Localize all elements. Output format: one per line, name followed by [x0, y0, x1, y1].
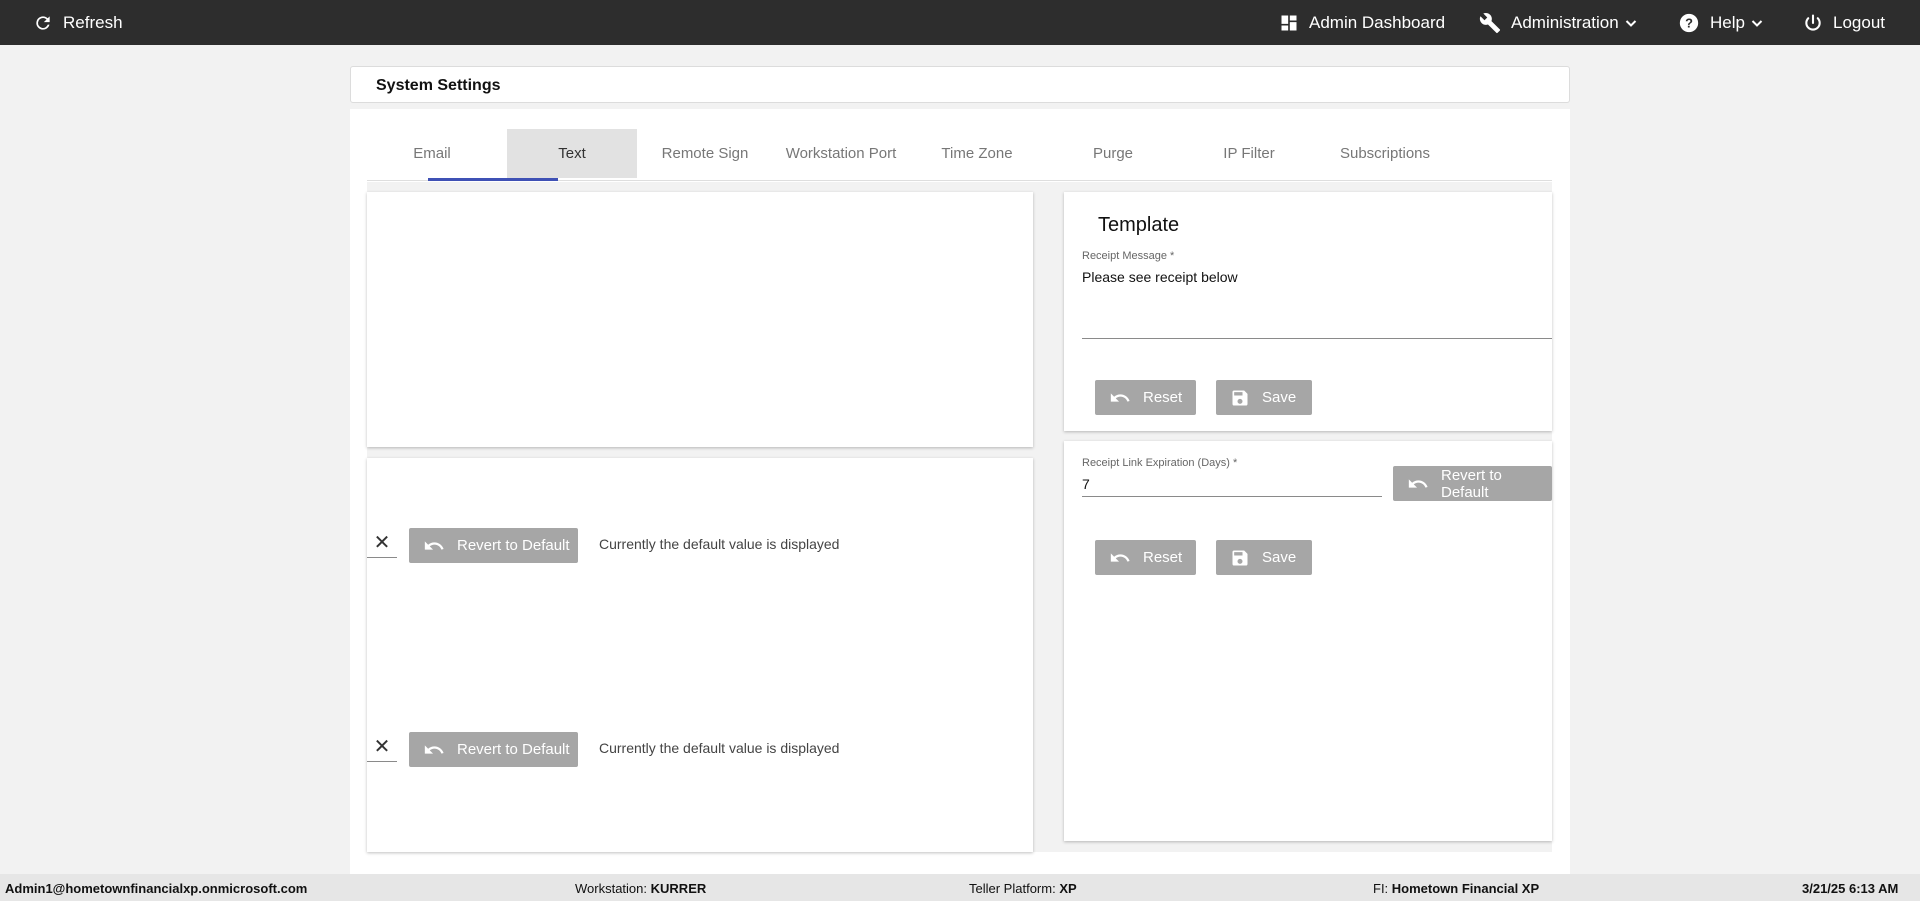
receipt-link-expiration-label: Receipt Link Expiration (Days) *: [1082, 457, 1238, 469]
refresh-label: Refresh: [63, 12, 123, 32]
receipt-message-underline: [1082, 338, 1552, 339]
footer-user: Admin1@hometownfinancialxp.onmicrosoft.c…: [5, 881, 308, 896]
tab-time-zone[interactable]: Time Zone: [912, 129, 1042, 178]
svg-text:?: ?: [1685, 15, 1693, 30]
settings-tabs: Email Text Remote Sign Workstation Port …: [367, 129, 1552, 181]
fi-label: FI:: [1373, 881, 1389, 896]
undo-icon: [1095, 547, 1131, 569]
undo-icon: [409, 535, 445, 557]
expiration-panel: Receipt Link Expiration (Days) * 7 Rever…: [1064, 441, 1552, 841]
default-status-text: Currently the default value is displayed: [599, 740, 840, 756]
left-top-panel: [367, 192, 1033, 447]
administration-label: Administration: [1511, 12, 1619, 32]
logout-button[interactable]: Logout: [1803, 0, 1885, 45]
reset-label: Reset: [1143, 389, 1183, 406]
dashboard-icon: [1279, 13, 1299, 33]
left-bottom-panel: ✕ Revert to Default Currently the defaul…: [367, 458, 1033, 852]
workstation-label: Workstation:: [575, 881, 648, 896]
admin-dashboard-label: Admin Dashboard: [1309, 12, 1446, 32]
chevron-down-icon: [1751, 17, 1763, 29]
tab-workstation-port[interactable]: Workstation Port: [776, 129, 906, 178]
reset-button[interactable]: Reset: [1095, 540, 1196, 575]
save-button[interactable]: Save: [1216, 380, 1312, 415]
platform-label: Teller Platform:: [969, 881, 1056, 896]
undo-icon: [1393, 473, 1429, 495]
top-navigation-bar: Refresh Admin Dashboard Administration ?…: [0, 0, 1920, 45]
platform-value: XP: [1059, 881, 1077, 896]
revert-to-default-button[interactable]: Revert to Default: [409, 528, 578, 563]
default-status-text: Currently the default value is displayed: [599, 536, 840, 552]
wrench-icon: [1479, 12, 1501, 34]
help-label: Help: [1710, 12, 1745, 32]
template-panel: Template Receipt Message * Please see re…: [1064, 192, 1552, 431]
footer-workstation: Workstation: KURRER: [575, 881, 706, 896]
save-icon: [1216, 548, 1250, 568]
tab-ip-filter[interactable]: IP Filter: [1184, 129, 1314, 178]
help-circle-icon: ?: [1678, 12, 1700, 34]
fi-value: Hometown Financial XP: [1391, 881, 1540, 896]
save-icon: [1216, 388, 1250, 408]
tab-text[interactable]: Text: [507, 129, 637, 178]
tab-subscriptions[interactable]: Subscriptions: [1320, 129, 1450, 178]
footer-fi: FI: Hometown Financial XP: [1373, 881, 1539, 896]
save-label: Save: [1262, 549, 1297, 566]
power-icon: [1803, 13, 1823, 33]
save-button[interactable]: Save: [1216, 540, 1312, 575]
refresh-icon: [33, 13, 53, 33]
active-tab-indicator: [428, 178, 558, 181]
admin-dashboard-link[interactable]: Admin Dashboard: [1279, 0, 1445, 45]
revert-label: Revert to Default: [1441, 466, 1502, 501]
chevron-down-icon: [1625, 17, 1637, 29]
revert-to-default-button[interactable]: Revert to Default: [409, 732, 578, 767]
footer-datetime: 3/21/25 6:13 AM: [1802, 881, 1899, 896]
logout-label: Logout: [1833, 12, 1885, 32]
receipt-message-label: Receipt Message *: [1082, 250, 1175, 262]
undo-icon: [1095, 387, 1131, 409]
template-title: Template: [1098, 214, 1180, 236]
revert-label: Revert to Default: [457, 741, 570, 758]
reset-button[interactable]: Reset: [1095, 380, 1196, 415]
revert-to-default-button[interactable]: Revert to Default: [1393, 466, 1552, 501]
footer-platform: Teller Platform: XP: [969, 881, 1077, 896]
clear-field-button[interactable]: ✕: [367, 732, 397, 762]
page-header-card: System Settings: [350, 66, 1570, 103]
status-footer: Admin1@hometownfinancialxp.onmicrosoft.c…: [0, 874, 1920, 901]
receipt-link-expiration-input[interactable]: 7: [1082, 476, 1090, 492]
tab-email[interactable]: Email: [367, 129, 497, 178]
receipt-link-expiration-underline: [1082, 496, 1382, 497]
refresh-button[interactable]: Refresh: [33, 0, 123, 45]
workstation-value: KURRER: [650, 881, 707, 896]
administration-menu[interactable]: Administration: [1479, 0, 1637, 45]
tab-purge[interactable]: Purge: [1048, 129, 1178, 178]
save-label: Save: [1262, 389, 1297, 406]
page-title: System Settings: [376, 77, 501, 94]
tab-remote-sign[interactable]: Remote Sign: [640, 129, 770, 178]
clear-field-button[interactable]: ✕: [367, 528, 397, 558]
receipt-message-input[interactable]: Please see receipt below: [1082, 269, 1238, 285]
help-menu[interactable]: ? Help: [1678, 0, 1763, 45]
revert-label: Revert to Default: [457, 537, 570, 554]
reset-label: Reset: [1143, 549, 1183, 566]
undo-icon: [409, 739, 445, 761]
